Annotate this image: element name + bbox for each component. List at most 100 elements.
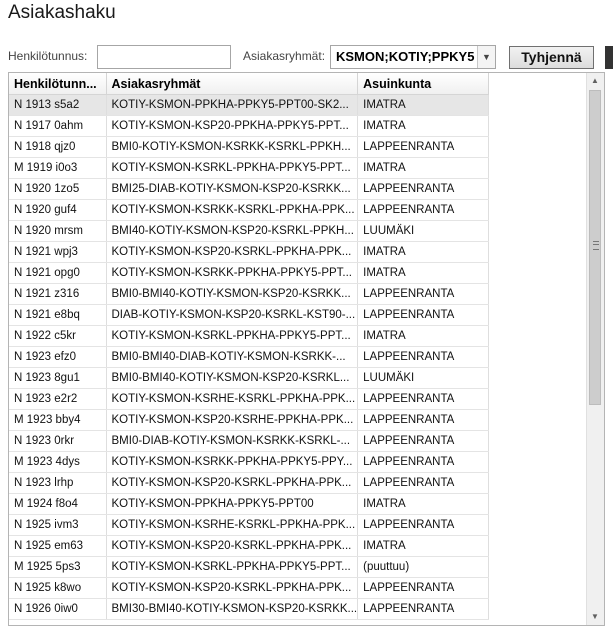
column-header-asuinkunta[interactable]: Asuinkunta (357, 73, 490, 95)
cell-asiakasryhmat[interactable]: KOTIY-KSMON-KSP20-KSRKL-PPKHA-PPK... (106, 535, 359, 557)
table-row[interactable]: N 1921 z316 BMI0-BMI40-KOTIY-KSMON-KSP20-… (9, 283, 490, 305)
cell-henkilotunnus[interactable]: N 1922 c5kr (9, 325, 107, 347)
table-row[interactable]: N 1925 ivm3 KOTIY-KSMON-KSRHE-KSRKL-PPKHA… (9, 514, 490, 536)
cell-asuinkunta[interactable]: IMATRA (357, 262, 490, 284)
cell-asiakasryhmat[interactable]: KOTIY-KSMON-KSRKK-PPKHA-PPKY5-PPY... (106, 451, 359, 473)
cell-asuinkunta[interactable]: IMATRA (357, 115, 490, 137)
cell-henkilotunnus[interactable]: N 1923 8gu1 (9, 367, 107, 389)
cell-henkilotunnus[interactable]: M 1919 i0o3 (9, 157, 107, 179)
cell-asuinkunta[interactable]: LAPPEENRANTA (357, 598, 490, 620)
cell-asuinkunta[interactable]: LAPPEENRANTA (357, 178, 490, 200)
cell-asiakasryhmat[interactable]: KOTIY-KSMON-KSRKL-PPKHA-PPKY5-PPT... (106, 157, 359, 179)
cell-henkilotunnus[interactable]: N 1923 e2r2 (9, 388, 107, 410)
cell-henkilotunnus[interactable]: N 1918 qjz0 (9, 136, 107, 158)
cell-asuinkunta[interactable]: IMATRA (357, 157, 490, 179)
cell-asuinkunta[interactable]: LAPPEENRANTA (357, 346, 490, 368)
cell-asiakasryhmat[interactable]: KOTIY-KSMON-KSRHE-KSRKL-PPKHA-PPK... (106, 388, 359, 410)
cell-henkilotunnus[interactable]: N 1920 mrsm (9, 220, 107, 242)
scroll-down-icon[interactable]: ▼ (587, 609, 603, 625)
cell-asiakasryhmat[interactable]: KOTIY-KSMON-KSP20-KSRKL-PPKHA-PPK... (106, 577, 359, 599)
table-row[interactable]: N 1926 0iw0 BMI30-BMI40-KOTIY-KSMON-KSP20… (9, 598, 490, 620)
table-row[interactable]: N 1925 em63 KOTIY-KSMON-KSP20-KSRKL-PPKHA… (9, 535, 490, 557)
henkilotunnus-input[interactable] (97, 45, 231, 69)
cell-asiakasryhmat[interactable]: KOTIY-KSMON-KSP20-KSRKL-PPKHA-PPK... (106, 241, 359, 263)
cell-asiakasryhmat[interactable]: KOTIY-KSMON-KSRKL-PPKHA-PPKY5-PPT... (106, 325, 359, 347)
cell-asuinkunta[interactable]: LAPPEENRANTA (357, 451, 490, 473)
cell-henkilotunnus[interactable]: N 1921 wpj3 (9, 241, 107, 263)
table-row[interactable]: N 1923 lrhp KOTIY-KSMON-KSP20-KSRKL-PPKHA… (9, 472, 490, 494)
cell-asuinkunta[interactable]: LAPPEENRANTA (357, 304, 490, 326)
cell-asiakasryhmat[interactable]: BMI0-BMI40-KOTIY-KSMON-KSP20-KSRKL... (106, 367, 359, 389)
cell-henkilotunnus[interactable]: M 1923 4dys (9, 451, 107, 473)
table-row[interactable]: N 1921 opg0 KOTIY-KSMON-KSRKK-PPKHA-PPKY5… (9, 262, 490, 284)
cell-asuinkunta[interactable]: LAPPEENRANTA (357, 472, 490, 494)
table-row[interactable]: N 1920 1zo5 BMI25-DIAB-KOTIY-KSMON-KSP20-… (9, 178, 490, 200)
cell-henkilotunnus[interactable]: M 1925 5ps3 (9, 556, 107, 578)
cell-asuinkunta[interactable]: LAPPEENRANTA (357, 283, 490, 305)
cell-asuinkunta[interactable]: IMATRA (357, 241, 490, 263)
cell-asiakasryhmat[interactable]: KOTIY-KSMON-KSP20-KSRHE-PPKHA-PPK... (106, 409, 359, 431)
table-row[interactable]: M 1923 bby4 KOTIY-KSMON-KSP20-KSRHE-PPKHA… (9, 409, 490, 431)
cell-henkilotunnus[interactable]: N 1923 efz0 (9, 346, 107, 368)
clear-button[interactable]: Tyhjennä (509, 46, 594, 69)
table-row[interactable]: N 1925 k8wo KOTIY-KSMON-KSP20-KSRKL-PPKHA… (9, 577, 490, 599)
table-row[interactable]: N 1921 e8bq DIAB-KOTIY-KSMON-KSP20-KSRKL-… (9, 304, 490, 326)
table-row[interactable]: N 1920 guf4 KOTIY-KSMON-KSRKK-KSRKL-PPKHA… (9, 199, 490, 221)
table-row[interactable]: N 1920 mrsm BMI40-KOTIY-KSMON-KSP20-KSRKL… (9, 220, 490, 242)
cell-asiakasryhmat[interactable]: KOTIY-KSMON-KSRKK-KSRKL-PPKHA-PPK... (106, 199, 359, 221)
table-row[interactable]: N 1923 e2r2 KOTIY-KSMON-KSRHE-KSRKL-PPKHA… (9, 388, 490, 410)
cell-asuinkunta[interactable]: LUUMÄKI (357, 367, 490, 389)
vertical-scrollbar[interactable]: ▲ ▼ (586, 73, 604, 625)
cell-asiakasryhmat[interactable]: KOTIY-KSMON-KSRHE-KSRKL-PPKHA-PPK... (106, 514, 359, 536)
cell-asuinkunta[interactable]: IMATRA (357, 94, 490, 116)
cell-asuinkunta[interactable]: (puuttuu) (357, 556, 490, 578)
table-row[interactable]: N 1922 c5kr KOTIY-KSMON-KSRKL-PPKHA-PPKY5… (9, 325, 490, 347)
cell-henkilotunnus[interactable]: N 1926 0iw0 (9, 598, 107, 620)
table-row[interactable]: N 1913 s5a2 KOTIY-KSMON-PPKHA-PPKY5-PPT00… (9, 94, 490, 116)
cell-asuinkunta[interactable]: LAPPEENRANTA (357, 199, 490, 221)
cell-asiakasryhmat[interactable]: BMI0-KOTIY-KSMON-KSRKK-KSRKL-PPKH... (106, 136, 359, 158)
cell-asuinkunta[interactable]: LAPPEENRANTA (357, 514, 490, 536)
table-row[interactable]: N 1921 wpj3 KOTIY-KSMON-KSP20-KSRKL-PPKHA… (9, 241, 490, 263)
table-row[interactable]: M 1924 f8o4 KOTIY-KSMON-PPKHA-PPKY5-PPT00… (9, 493, 490, 515)
column-header-asiakasryhmat[interactable]: Asiakasryhmät (106, 73, 359, 95)
dropdown-arrow-icon[interactable]: ▼ (477, 46, 495, 68)
table-row[interactable]: M 1923 4dys KOTIY-KSMON-KSRKK-PPKHA-PPKY5… (9, 451, 490, 473)
cell-asiakasryhmat[interactable]: KOTIY-KSMON-KSP20-KSRKL-PPKHA-PPK... (106, 472, 359, 494)
cell-asuinkunta[interactable]: LUUMÄKI (357, 220, 490, 242)
cell-asuinkunta[interactable]: LAPPEENRANTA (357, 430, 490, 452)
table-row[interactable]: N 1923 efz0 BMI0-BMI40-DIAB-KOTIY-KSMON-K… (9, 346, 490, 368)
cell-asuinkunta[interactable]: IMATRA (357, 535, 490, 557)
table-row[interactable]: N 1923 8gu1 BMI0-BMI40-KOTIY-KSMON-KSP20-… (9, 367, 490, 389)
cell-asuinkunta[interactable]: LAPPEENRANTA (357, 577, 490, 599)
cell-asiakasryhmat[interactable]: BMI0-DIAB-KOTIY-KSMON-KSRKK-KSRKL-... (106, 430, 359, 452)
table-row[interactable]: M 1925 5ps3 KOTIY-KSMON-KSRKL-PPKHA-PPKY5… (9, 556, 490, 578)
cell-henkilotunnus[interactable]: N 1913 s5a2 (9, 94, 107, 116)
cell-asiakasryhmat[interactable]: KOTIY-KSMON-PPKHA-PPKY5-PPT00-SK2... (106, 94, 359, 116)
cell-asiakasryhmat[interactable]: BMI0-BMI40-KOTIY-KSMON-KSP20-KSRKK... (106, 283, 359, 305)
cell-henkilotunnus[interactable]: N 1917 0ahm (9, 115, 107, 137)
cell-asuinkunta[interactable]: LAPPEENRANTA (357, 409, 490, 431)
cell-asiakasryhmat[interactable]: BMI40-KOTIY-KSMON-KSP20-KSRKL-PPKH... (106, 220, 359, 242)
cell-asuinkunta[interactable]: LAPPEENRANTA (357, 388, 490, 410)
cell-henkilotunnus[interactable]: N 1921 opg0 (9, 262, 107, 284)
cell-henkilotunnus[interactable]: N 1923 lrhp (9, 472, 107, 494)
cell-asiakasryhmat[interactable]: KOTIY-KSMON-KSP20-PPKHA-PPKY5-PPT... (106, 115, 359, 137)
cell-henkilotunnus[interactable]: M 1923 bby4 (9, 409, 107, 431)
cell-henkilotunnus[interactable]: N 1925 em63 (9, 535, 107, 557)
cell-henkilotunnus[interactable]: N 1925 k8wo (9, 577, 107, 599)
asiakasryhmat-combobox[interactable]: KSMON;KOTIY;PPKY5 ▼ (330, 45, 496, 69)
cell-henkilotunnus[interactable]: N 1921 z316 (9, 283, 107, 305)
cell-asiakasryhmat[interactable]: KOTIY-KSMON-PPKHA-PPKY5-PPT00 (106, 493, 359, 515)
cell-henkilotunnus[interactable]: M 1924 f8o4 (9, 493, 107, 515)
cell-asiakasryhmat[interactable]: DIAB-KOTIY-KSMON-KSP20-KSRKL-KST90-... (106, 304, 359, 326)
cell-asiakasryhmat[interactable]: KOTIY-KSMON-KSRKL-PPKHA-PPKY5-PPT... (106, 556, 359, 578)
cell-asiakasryhmat[interactable]: BMI30-BMI40-KOTIY-KSMON-KSP20-KSRKK... (106, 598, 359, 620)
cell-henkilotunnus[interactable]: N 1921 e8bq (9, 304, 107, 326)
cell-asuinkunta[interactable]: LAPPEENRANTA (357, 136, 490, 158)
scroll-thumb[interactable] (589, 90, 601, 405)
table-row[interactable]: N 1917 0ahm KOTIY-KSMON-KSP20-PPKHA-PPKY5… (9, 115, 490, 137)
cell-asuinkunta[interactable]: IMATRA (357, 493, 490, 515)
cell-henkilotunnus[interactable]: N 1923 0rkr (9, 430, 107, 452)
column-header-henkilotunnus[interactable]: Henkilötunn... (9, 73, 107, 95)
